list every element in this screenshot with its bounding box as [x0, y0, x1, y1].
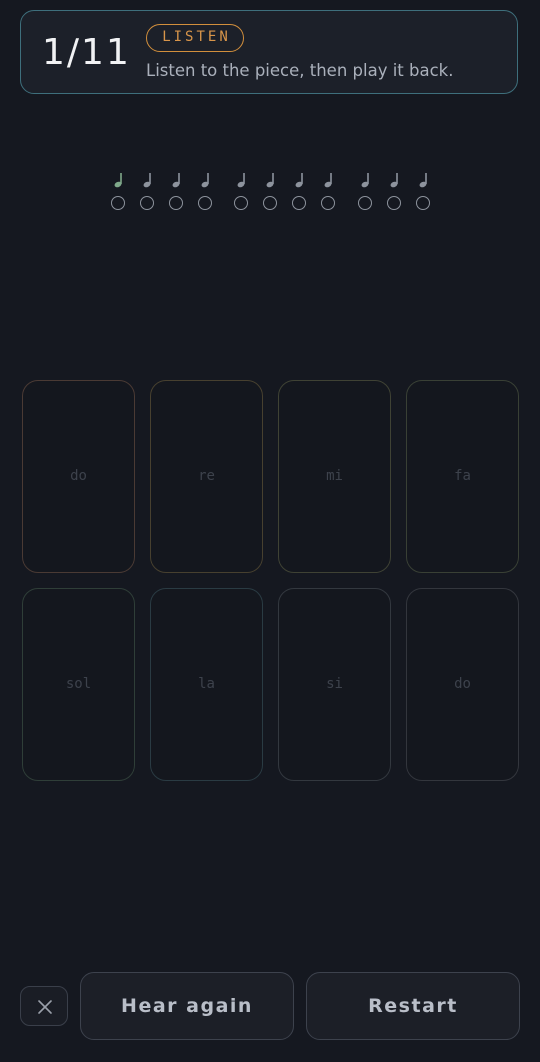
quarter-note-icon	[324, 173, 332, 188]
note-status-dot	[169, 196, 183, 210]
sequence-note	[413, 170, 433, 214]
header-card: 1/11 LISTEN Listen to the piece, then pl…	[20, 10, 518, 94]
note-key-label: la	[198, 676, 215, 692]
sequence-note	[231, 170, 251, 214]
sequence-note	[195, 170, 215, 214]
note-keypad: do re mi fa sol la si do	[22, 380, 520, 781]
note-key-label: sol	[65, 676, 92, 692]
note-status-dot	[198, 196, 212, 210]
note-status-dot	[292, 196, 306, 210]
note-key[interactable]: do	[22, 380, 135, 573]
sequence-note	[384, 170, 404, 214]
quarter-note-icon	[361, 173, 369, 188]
note-sequence	[0, 170, 540, 220]
quarter-note-icon	[419, 173, 427, 188]
note-key[interactable]: do	[406, 588, 519, 781]
note-key-label: do	[70, 468, 87, 484]
note-key-label: mi	[326, 468, 343, 484]
sequence-note	[137, 170, 157, 214]
note-key[interactable]: si	[278, 588, 391, 781]
note-status-dot	[234, 196, 248, 210]
note-status-dot	[263, 196, 277, 210]
note-key[interactable]: re	[150, 380, 263, 573]
quarter-note-icon	[114, 173, 122, 188]
mode-badge: LISTEN	[146, 24, 244, 52]
close-icon	[38, 1000, 52, 1014]
quarter-note-icon	[172, 173, 180, 188]
note-key-label: fa	[454, 468, 471, 484]
restart-button[interactable]: Restart	[306, 972, 520, 1040]
sequence-note	[166, 170, 186, 214]
note-key[interactable]: la	[150, 588, 263, 781]
sequence-note	[260, 170, 280, 214]
instruction-text: Listen to the piece, then play it back.	[146, 61, 454, 80]
sequence-note	[355, 170, 375, 214]
note-key-label: do	[454, 676, 471, 692]
quarter-note-icon	[295, 173, 303, 188]
sequence-note	[318, 170, 338, 214]
sequence-note	[289, 170, 309, 214]
note-status-dot	[358, 196, 372, 210]
quarter-note-icon	[143, 173, 151, 188]
quarter-note-icon	[201, 173, 209, 188]
progress-counter: 1/11	[42, 32, 131, 73]
note-key[interactable]: sol	[22, 588, 135, 781]
sequence-note	[108, 170, 128, 214]
note-key[interactable]: fa	[406, 380, 519, 573]
quarter-note-icon	[237, 173, 245, 188]
note-status-dot	[140, 196, 154, 210]
quarter-note-icon	[390, 173, 398, 188]
note-status-dot	[416, 196, 430, 210]
note-key-label: si	[326, 676, 343, 692]
close-button[interactable]	[20, 986, 68, 1026]
note-status-dot	[387, 196, 401, 210]
note-status-dot	[111, 196, 125, 210]
hear-again-button[interactable]: Hear again	[80, 972, 294, 1040]
quarter-note-icon	[266, 173, 274, 188]
note-key-label: re	[198, 468, 215, 484]
note-status-dot	[321, 196, 335, 210]
note-key[interactable]: mi	[278, 380, 391, 573]
